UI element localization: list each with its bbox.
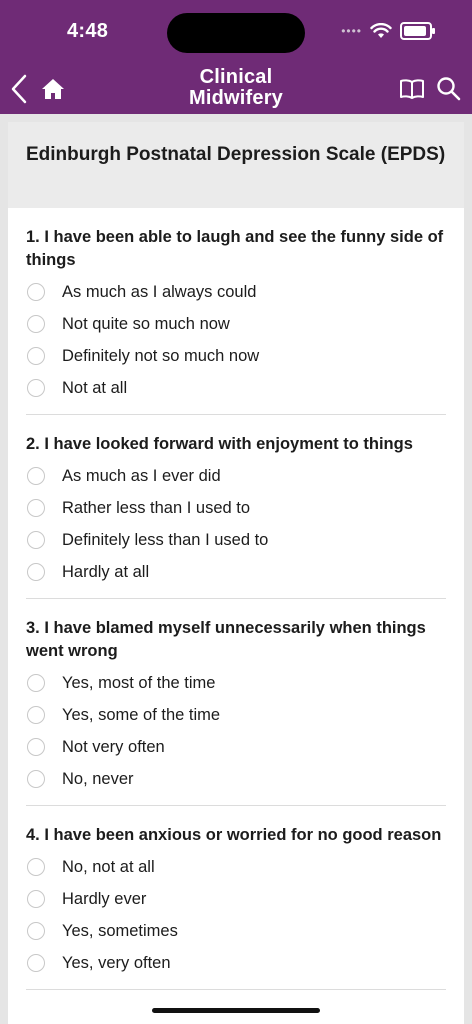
radio-button-icon[interactable] — [27, 283, 45, 301]
answer-label: Not very often — [62, 737, 165, 756]
radio-button-icon[interactable] — [27, 770, 45, 788]
answer-label: Hardly at all — [62, 562, 150, 581]
radio-button-icon[interactable] — [27, 563, 45, 581]
search-icon[interactable] — [436, 76, 462, 102]
radio-button-icon[interactable] — [27, 738, 45, 756]
radio-button-icon[interactable] — [27, 706, 45, 724]
answer-option[interactable]: No, never — [26, 763, 446, 795]
answer-option[interactable]: Yes, most of the time — [26, 667, 446, 699]
answer-option[interactable]: Yes, sometimes — [26, 915, 446, 947]
radio-button-icon[interactable] — [27, 922, 45, 940]
wifi-icon — [370, 23, 392, 38]
radio-button-icon[interactable] — [27, 499, 45, 517]
radio-button-icon[interactable] — [27, 379, 45, 397]
radio-button-icon[interactable] — [27, 531, 45, 549]
answer-label: Not at all — [62, 378, 128, 397]
top-bar: 4:48 •••• Clinical Midwifery — [0, 0, 472, 114]
answer-option[interactable]: Hardly ever — [26, 883, 446, 915]
question-3: 3. I have blamed myself unnecessarily wh… — [26, 599, 446, 806]
answer-label: Yes, some of the time — [62, 705, 221, 724]
answer-label: Definitely not so much now — [62, 346, 260, 365]
answer-label: No, not at all — [62, 857, 155, 876]
answer-option[interactable]: As much as I ever did — [26, 460, 446, 492]
answer-option[interactable]: Not very often — [26, 731, 446, 763]
radio-button-icon[interactable] — [27, 467, 45, 485]
battery-icon — [400, 22, 435, 40]
dynamic-island — [167, 13, 305, 53]
radio-button-icon[interactable] — [27, 954, 45, 972]
answer-option[interactable]: As much as I always could — [26, 276, 446, 308]
answer-option[interactable]: Definitely not so much now — [26, 340, 446, 372]
answer-label: Yes, very often — [62, 953, 171, 972]
answer-label: As much as I always could — [62, 282, 257, 301]
answer-label: Yes, most of the time — [62, 673, 216, 692]
radio-button-icon[interactable] — [27, 858, 45, 876]
answer-option[interactable]: Hardly at all — [26, 556, 446, 588]
radio-button-icon[interactable] — [27, 674, 45, 692]
question-title: 3. I have blamed myself unnecessarily wh… — [26, 619, 426, 660]
answer-label: Not quite so much now — [62, 314, 230, 333]
radio-button-icon[interactable] — [27, 315, 45, 333]
question-list: 1. I have been able to laugh and see the… — [8, 208, 464, 990]
question-4: 4. I have been anxious or worried for no… — [26, 806, 446, 990]
answer-option[interactable]: Not at all — [26, 372, 446, 404]
answer-label: As much as I ever did — [62, 466, 221, 485]
question-title: 2. I have looked forward with enjoyment … — [26, 435, 413, 453]
cellular-icon: •••• — [341, 24, 362, 38]
answer-option[interactable]: Yes, very often — [26, 947, 446, 979]
question-title: 4. I have been anxious or worried for no… — [26, 826, 442, 844]
answer-label: Definitely less than I used to — [62, 530, 269, 549]
radio-button-icon[interactable] — [27, 890, 45, 908]
question-title: 1. I have been able to laugh and see the… — [26, 228, 444, 269]
answer-option[interactable]: Definitely less than I used to — [26, 524, 446, 556]
question-1: 1. I have been able to laugh and see the… — [26, 208, 446, 415]
answer-label: No, never — [62, 769, 134, 788]
answer-option[interactable]: Yes, some of the time — [26, 699, 446, 731]
answer-option[interactable]: No, not at all — [26, 851, 446, 883]
answer-label: Yes, sometimes — [62, 921, 178, 940]
page-title: Edinburgh Postnatal Depression Scale (EP… — [8, 122, 464, 208]
home-indicator — [152, 1008, 320, 1013]
answer-label: Rather less than I used to — [62, 498, 251, 517]
answer-option[interactable]: Rather less than I used to — [26, 492, 446, 524]
status-icons: •••• — [341, 22, 435, 40]
answer-option[interactable]: Not quite so much now — [26, 308, 446, 340]
question-2: 2. I have looked forward with enjoyment … — [26, 415, 446, 599]
book-icon[interactable] — [399, 78, 425, 100]
radio-button-icon[interactable] — [27, 347, 45, 365]
answer-label: Hardly ever — [62, 889, 147, 908]
questionnaire-card: Edinburgh Postnatal Depression Scale (EP… — [8, 122, 464, 1024]
status-time: 4:48 — [67, 20, 109, 42]
